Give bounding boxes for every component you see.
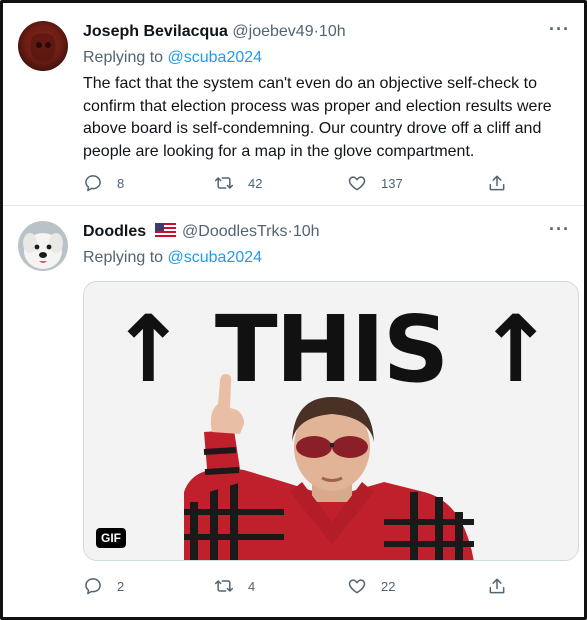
reply-icon (85, 175, 101, 192)
tweet-header: Doodles @DoodlesTrks·10h (83, 223, 320, 241)
tweet-actions: 8 42 137 (83, 171, 553, 195)
author-name[interactable]: Joseph Bevilacqua (83, 23, 228, 40)
retweet-icon (214, 580, 234, 592)
tweet-thread: Joseph Bevilacqua @joebev49·10h ··· Repl… (0, 0, 587, 620)
retweet-count: 4 (248, 578, 256, 594)
gif-badge: GIF (96, 528, 126, 548)
share-icon (489, 578, 505, 594)
tweet-doodles[interactable]: Doodles @DoodlesTrks·10h ··· Replying to… (3, 207, 584, 617)
gif-media[interactable]: ↑ THIS ↑ GIF (83, 281, 579, 561)
share-icon (489, 175, 505, 191)
reply-icon (85, 578, 101, 595)
timestamp[interactable]: 10h (293, 223, 320, 240)
reply-count: 2 (117, 578, 125, 594)
tweet-header: Joseph Bevilacqua @joebev49·10h (83, 23, 346, 41)
author-handle[interactable]: @joebev49 (232, 23, 313, 40)
tweet-joseph[interactable]: Joseph Bevilacqua @joebev49·10h ··· Repl… (3, 3, 584, 206)
timestamp[interactable]: 10h (319, 23, 346, 40)
retweet-icon (214, 177, 234, 189)
tweet-actions: 2 4 22 (83, 574, 553, 598)
reply-button[interactable]: 8 (83, 171, 124, 195)
mention-link[interactable]: @scuba2024 (168, 249, 263, 266)
author-handle[interactable]: @DoodlesTrks (182, 223, 287, 240)
reply-count: 8 (117, 175, 125, 191)
reply-button[interactable]: 2 (83, 574, 124, 598)
more-icon[interactable]: ··· (549, 219, 570, 240)
retweet-button[interactable]: 4 (214, 574, 255, 598)
like-button[interactable]: 137 (347, 171, 403, 195)
replying-label: Replying to (83, 249, 164, 266)
replying-to: Replying to @scuba2024 (83, 49, 262, 67)
heart-icon (348, 176, 366, 191)
heart-icon (348, 579, 366, 594)
retweet-count: 42 (248, 175, 263, 191)
retweet-button[interactable]: 42 (214, 171, 262, 195)
avatar[interactable] (18, 221, 68, 271)
tweet-text: The fact that the system can't even do a… (83, 75, 552, 160)
share-button[interactable] (487, 574, 507, 598)
like-button[interactable]: 22 (347, 574, 395, 598)
like-count: 22 (381, 578, 396, 594)
share-button[interactable] (487, 171, 507, 195)
gif-caption: ↑ THIS ↑ (109, 296, 554, 403)
like-count: 137 (381, 175, 403, 191)
author-name[interactable]: Doodles (83, 223, 146, 240)
more-icon[interactable]: ··· (549, 19, 570, 40)
mention-link[interactable]: @scuba2024 (168, 49, 263, 66)
avatar[interactable] (18, 21, 68, 71)
us-flag-icon (154, 223, 176, 237)
replying-label: Replying to (83, 49, 164, 66)
replying-to: Replying to @scuba2024 (83, 249, 262, 267)
